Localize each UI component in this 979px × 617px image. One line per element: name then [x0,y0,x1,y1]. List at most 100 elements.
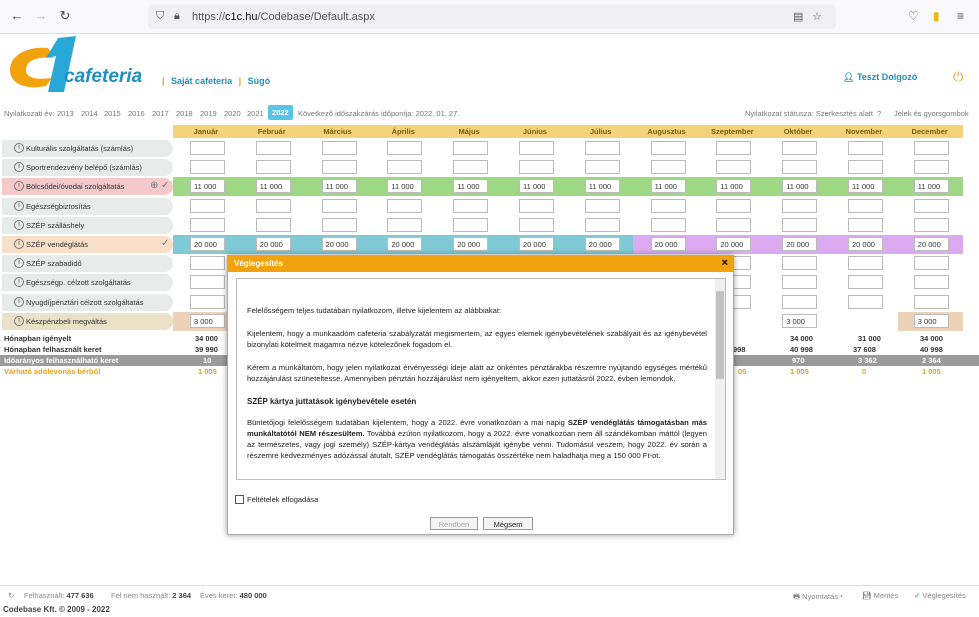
add-circle-icon[interactable]: ⊕ [150,180,158,191]
amount-input[interactable] [782,217,818,232]
amount-input[interactable] [387,198,423,213]
amount-input[interactable]: 20 000 [519,237,554,251]
amount-input[interactable]: 20 000 [913,237,949,251]
amount-input[interactable] [848,141,883,155]
amount-input[interactable]: 20 000 [716,237,752,251]
amount-input[interactable] [584,160,620,175]
info-icon[interactable]: i [14,277,24,288]
amount-input[interactable] [190,275,225,290]
amount-input[interactable] [453,160,489,175]
logout-icon[interactable]: ⏻ [953,69,963,85]
amount-input[interactable]: 11 000 [255,179,291,194]
amount-input[interactable] [190,141,225,155]
amount-input[interactable] [716,141,752,155]
year-2014[interactable]: 2014 [81,109,98,118]
close-icon[interactable]: × [722,257,728,269]
amount-input[interactable]: 20 000 [321,237,357,251]
amount-input[interactable] [519,217,554,232]
amount-input[interactable] [453,141,489,155]
amount-input[interactable]: 20 000 [782,237,818,251]
amount-input[interactable]: 3 000 [782,313,818,328]
amount-input[interactable]: 11 000 [190,179,225,194]
info-icon[interactable]: i [14,315,24,326]
back-icon[interactable]: ← [9,8,25,24]
amount-input[interactable] [190,256,225,271]
cancel-button[interactable]: Mégsem [483,517,533,530]
amount-input[interactable] [913,198,949,213]
amount-input[interactable]: 11 000 [519,179,554,194]
amount-input[interactable] [716,198,752,213]
amount-input[interactable] [584,217,620,232]
bookmark-star-icon[interactable]: ☆ [812,10,822,23]
year-2019[interactable]: 2019 [200,109,217,118]
amount-input[interactable] [650,141,686,155]
amount-input[interactable] [913,275,949,290]
amount-input[interactable] [255,141,291,155]
amount-input[interactable] [913,256,949,271]
amount-input[interactable] [848,198,883,213]
menu-icon[interactable]: ≡ [957,9,964,23]
amount-input[interactable] [255,198,291,213]
check-circle-icon[interactable]: ✓ [161,238,169,249]
amount-input[interactable]: 20 000 [848,237,883,251]
amount-input[interactable]: 20 000 [584,237,620,251]
extension-icon[interactable]: ▮ [933,9,940,23]
check-circle-icon[interactable]: ✓ [161,180,169,191]
amount-input[interactable] [650,160,686,175]
year-2013[interactable]: 2013 [57,109,74,118]
amount-input[interactable] [716,217,752,232]
amount-input[interactable] [584,141,620,155]
amount-input[interactable] [255,160,291,175]
amount-input[interactable] [913,160,949,175]
year-2022[interactable]: 2022 [268,105,293,120]
amount-input[interactable] [387,160,423,175]
cafeteria-logo[interactable]: cafeteria [6,34,156,96]
save-button[interactable]: 💾︎ Mentés [862,591,898,600]
user-menu[interactable]: 👤︎ Teszt Dolgozó [843,72,917,83]
amount-input[interactable]: 11 000 [453,179,489,194]
amount-input[interactable]: 11 000 [650,179,686,194]
own-cafeteria-link[interactable]: Saját cafeteria [171,76,232,86]
amount-input[interactable] [519,160,554,175]
amount-input[interactable]: 20 000 [255,237,291,251]
year-2016[interactable]: 2016 [128,109,145,118]
amount-input[interactable]: 11 000 [321,179,357,194]
amount-input[interactable] [848,217,883,232]
info-icon[interactable]: i [14,200,24,211]
help-circle-icon[interactable]: ? [877,109,881,118]
amount-input[interactable] [848,294,883,309]
amount-input[interactable] [716,160,752,175]
amount-input[interactable] [848,275,883,290]
amount-input[interactable]: 20 000 [650,237,686,251]
info-icon[interactable]: i [14,258,24,269]
help-link[interactable]: Súgó [248,76,271,86]
amount-input[interactable]: 3 000 [190,313,225,328]
legend-dropdown[interactable]: Jelek és gyorsgombok [894,109,969,118]
amount-input[interactable]: 11 000 [913,179,949,194]
amount-input[interactable]: 20 000 [387,237,423,251]
address-bar[interactable]: ⛉ 🔒︎ https://c1c.hu/Codebase/Default.asp… [148,5,836,29]
ok-button[interactable]: Rendben [430,517,478,530]
amount-input[interactable] [519,141,554,155]
info-icon[interactable]: i [14,162,24,173]
refresh-icon[interactable]: ↻ [8,591,14,600]
amount-input[interactable] [321,198,357,213]
amount-input[interactable] [913,217,949,232]
amount-input[interactable] [782,141,818,155]
amount-input[interactable] [321,160,357,175]
info-icon[interactable]: i [14,181,24,192]
amount-input[interactable] [782,160,818,175]
forward-icon[interactable]: → [33,8,49,24]
amount-input[interactable] [913,294,949,309]
amount-input[interactable] [650,198,686,213]
amount-input[interactable] [519,198,554,213]
print-button[interactable]: 🖶︎ Nyomtatás ▾ [793,591,843,604]
amount-input[interactable]: 20 000 [453,237,489,251]
amount-input[interactable]: 11 000 [387,179,423,194]
amount-input[interactable] [321,217,357,232]
pocket-icon[interactable]: ♡ [908,9,919,23]
amount-input[interactable] [453,198,489,213]
info-icon[interactable]: i [14,143,24,153]
amount-input[interactable] [913,141,949,155]
info-icon[interactable]: i [14,219,24,230]
